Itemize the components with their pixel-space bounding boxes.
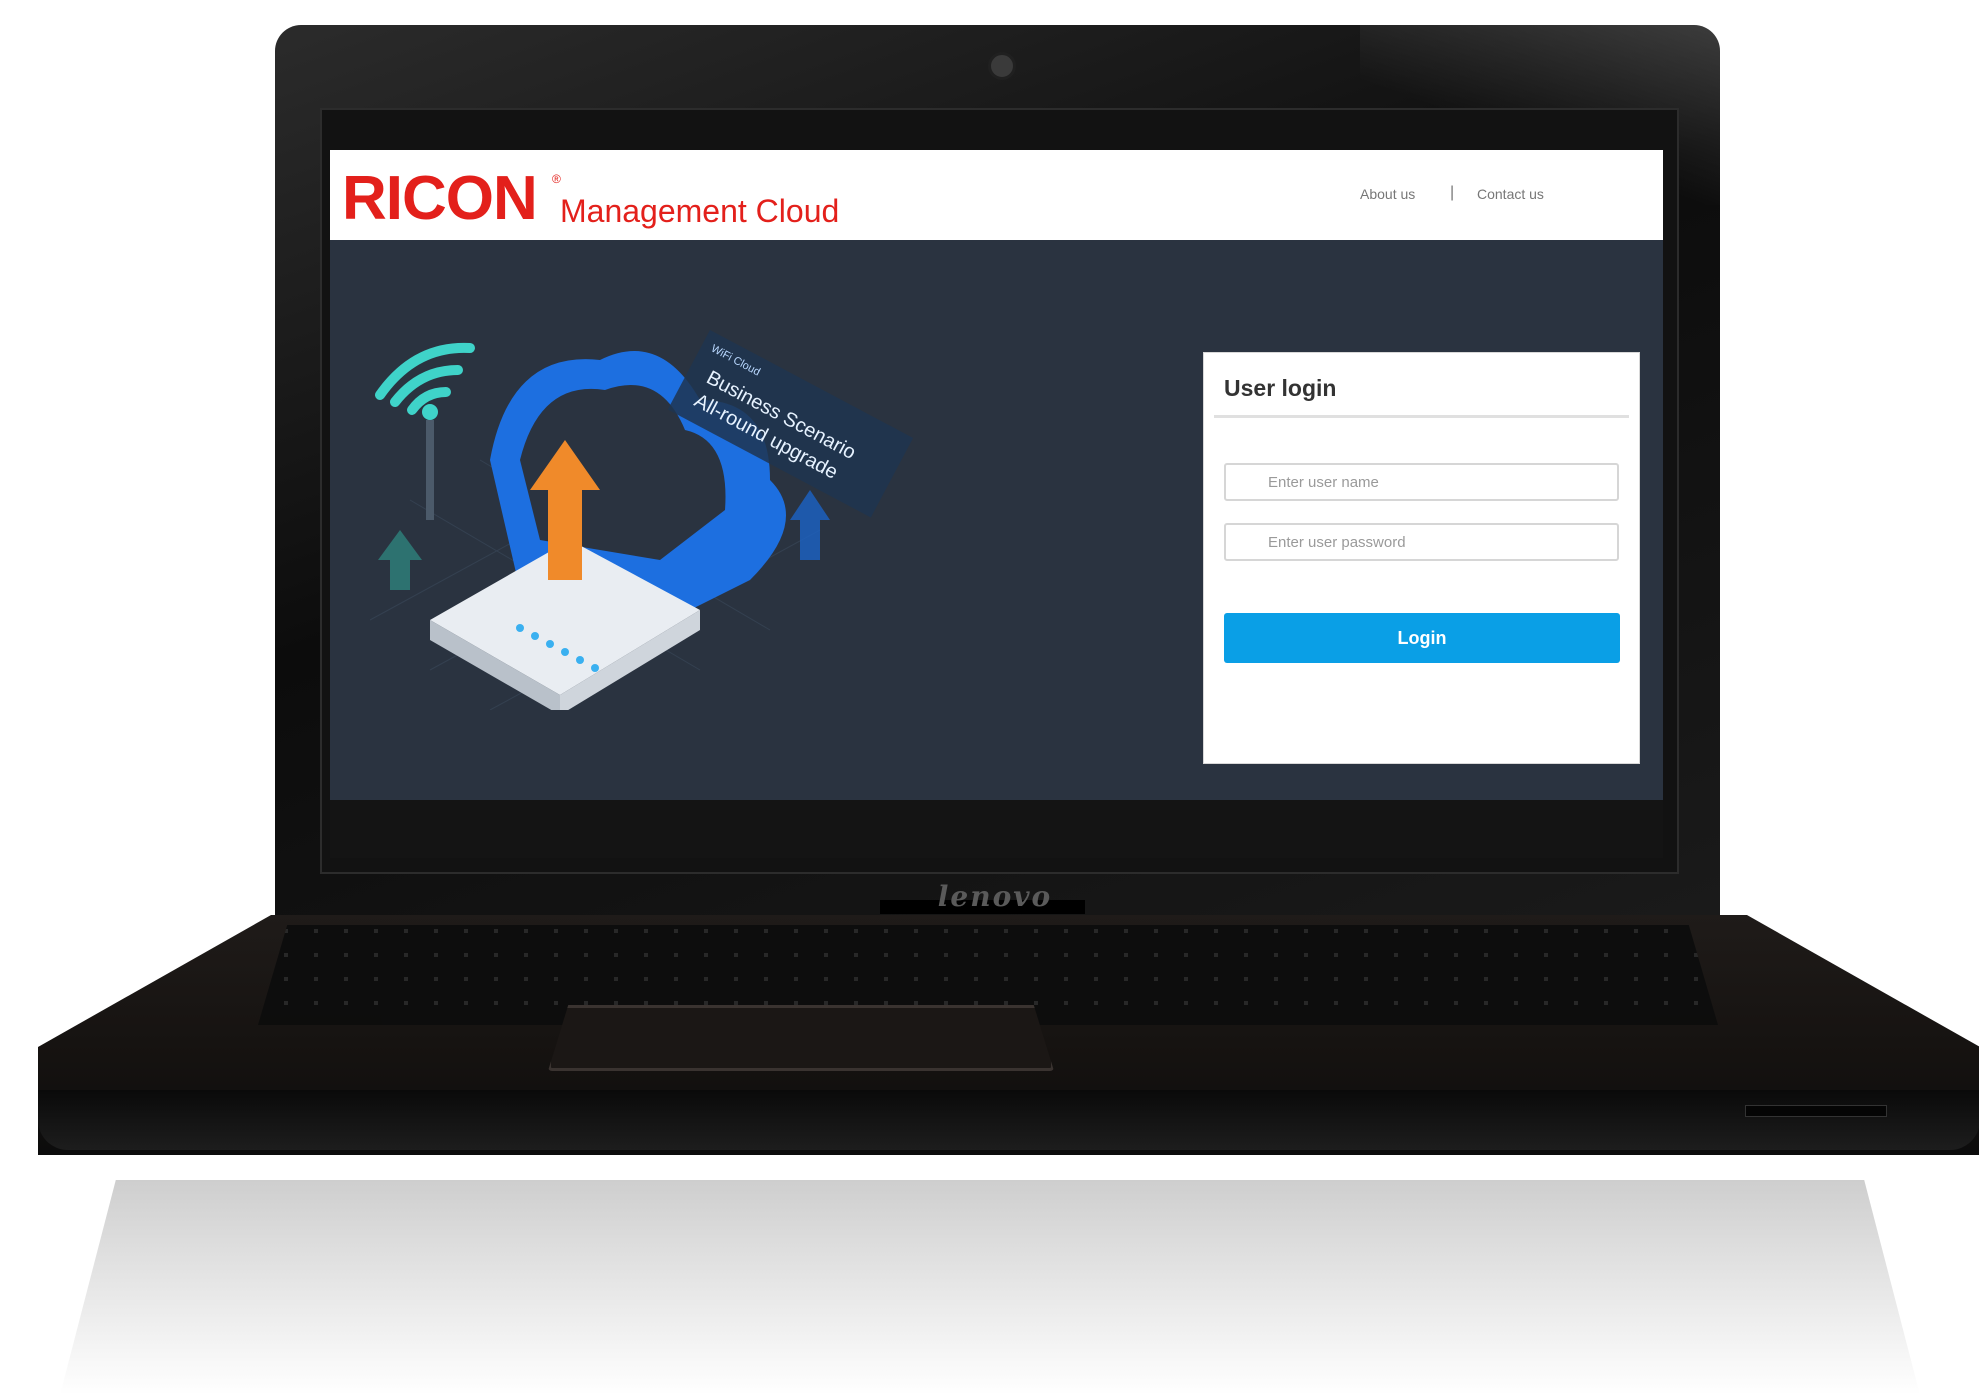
registered-mark: ® xyxy=(552,172,561,186)
base-front-edge xyxy=(38,1090,1979,1150)
screen-bottom-bezel xyxy=(330,800,1663,858)
password-input[interactable] xyxy=(1224,523,1619,561)
login-divider xyxy=(1214,415,1629,418)
site-header: RICON ® Management Cloud About us | Cont… xyxy=(330,150,1663,240)
ricon-logo: RICON xyxy=(342,164,538,233)
login-title: User login xyxy=(1224,375,1337,401)
login-panel: User login Login xyxy=(1203,352,1640,764)
nav-contact-us[interactable]: Contact us xyxy=(1477,186,1544,202)
logo-subtitle: Management Cloud xyxy=(560,193,840,229)
wifi-icon xyxy=(375,342,475,415)
login-button[interactable]: Login xyxy=(1224,613,1620,663)
nav-separator: | xyxy=(1450,184,1455,201)
touchpad xyxy=(548,1005,1054,1071)
nav-about-us[interactable]: About us xyxy=(1360,186,1415,202)
laptop-photo: RICON ® Management Cloud About us | Cont… xyxy=(0,0,1979,1395)
webcam-icon xyxy=(988,52,1016,80)
laptop-reflection xyxy=(60,1180,1920,1395)
card-slot xyxy=(1745,1105,1887,1117)
lenovo-logo: lenovo xyxy=(937,880,1053,913)
screen: RICON ® Management Cloud About us | Cont… xyxy=(330,150,1663,800)
username-input[interactable] xyxy=(1224,463,1619,501)
cloud-router-illustration: WiFi Cloud Business Scenario All-round u… xyxy=(370,330,914,710)
